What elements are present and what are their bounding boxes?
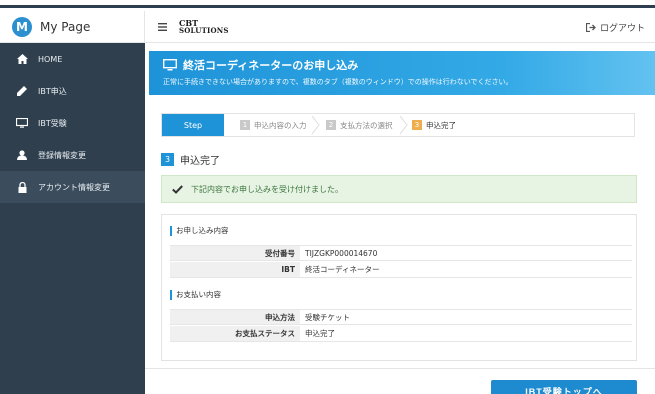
step-number: 1 [240, 120, 250, 130]
table-row: 受付番号 TIJZGKP000014670 [170, 245, 632, 261]
sidebar-item-label: HOME [38, 54, 63, 64]
details-card: お申し込み内容 受付番号 TIJZGKP000014670 IBT 終活コーディ… [161, 214, 637, 361]
sign-out-icon [585, 22, 596, 32]
monitor-icon [163, 59, 177, 71]
group-title-label: お支払い内容 [176, 290, 221, 299]
row-value: 終活コーディネーター [300, 262, 632, 278]
group-title-label: お申し込み内容 [176, 226, 229, 235]
monitor-icon [16, 117, 28, 129]
step-title: 申込完了 [426, 120, 456, 130]
step-indicator: Step 1 申込内容の入力 2 支払方法の選択 3 申込完了 [161, 113, 635, 137]
step-3: 3 申込完了 [412, 114, 456, 136]
mypage-logo-icon: M [12, 16, 32, 37]
row-key: お支払ステータス [170, 326, 300, 342]
logout-link[interactable]: ログアウト [585, 11, 645, 43]
row-key: 申込方法 [170, 310, 300, 325]
app-window: M My Page HOME IBT申込 IBT受験 登録情報変更 アカウント情… [0, 11, 655, 394]
menu-toggle-icon[interactable] [151, 16, 173, 38]
sidebar-item-label: IBT受験 [38, 118, 67, 128]
page-title: 終活コーディネーターのお申し込み [183, 59, 359, 72]
row-key: IBT [170, 262, 300, 278]
chevron-right-icon [312, 116, 320, 134]
pencil-icon [16, 85, 28, 97]
step-number: 2 [326, 120, 336, 130]
main-content: 終活コーディネーターのお申し込み 正常に手続きできない場合がありますので、複数の… [145, 43, 655, 394]
sidebar-nav: HOME IBT申込 IBT受験 登録情報変更 アカウント情報変更 [0, 43, 145, 203]
step-number: 3 [412, 120, 422, 130]
step-title: 申込内容の入力 [254, 120, 307, 130]
sidebar-item-profile[interactable]: 登録情報変更 [0, 139, 145, 171]
row-key: 受付番号 [170, 246, 300, 261]
page-warning-text: 正常に手続きできない場合がありますので、複数のタブ（複数のウィンドウ）での操作は… [163, 78, 513, 86]
sidebar-item-home[interactable]: HOME [0, 43, 145, 75]
table-row: IBT 終活コーディネーター [170, 262, 632, 278]
sidebar-item-account[interactable]: アカウント情報変更 [0, 171, 145, 203]
table-row: 申込方法 受験チケット [170, 309, 632, 325]
brand-title: My Page [40, 19, 91, 34]
sidebar: M My Page HOME IBT申込 IBT受験 登録情報変更 アカウント情… [0, 11, 145, 394]
check-icon [172, 184, 183, 194]
top-accent-bar [0, 0, 655, 8]
application-group-title: お申し込み内容 [170, 225, 229, 236]
step-1: 1 申込内容の入力 [240, 114, 307, 136]
section-number: 3 [161, 153, 174, 166]
step-label: Step [162, 114, 224, 136]
ibt-top-button[interactable]: IBT受験トップへ [491, 380, 637, 394]
section-title: 申込完了 [180, 156, 220, 167]
cbt-solutions-logo[interactable]: CBT SOLUTIONS [179, 19, 229, 35]
divider [145, 368, 655, 369]
home-icon [16, 53, 28, 65]
lock-icon [16, 181, 28, 193]
section-heading: 3 申込完了 [161, 152, 220, 167]
group-marker [170, 225, 172, 236]
table-row: お支払ステータス 申込完了 [170, 326, 632, 342]
step-title: 支払方法の選択 [340, 120, 393, 130]
payment-group-title: お支払い内容 [170, 289, 221, 300]
sidebar-item-ibt-exam[interactable]: IBT受験 [0, 107, 145, 139]
user-icon [16, 149, 28, 161]
brand[interactable]: M My Page [0, 11, 145, 43]
sidebar-item-label: IBT申込 [38, 86, 67, 96]
row-value: TIJZGKP000014670 [300, 246, 632, 261]
logo-line2: SOLUTIONS [179, 25, 229, 35]
success-alert: 下記内容でお申し込みを受け付けました。 [161, 175, 637, 203]
chevron-right-icon [400, 116, 408, 134]
page-banner: 終活コーディネーターのお申し込み 正常に手続きできない場合がありますので、複数の… [149, 51, 655, 95]
sidebar-item-ibt-apply[interactable]: IBT申込 [0, 75, 145, 107]
group-marker [170, 289, 172, 300]
row-value: 申込完了 [300, 326, 632, 342]
row-value: 受験チケット [300, 310, 632, 325]
top-header: CBT SOLUTIONS ログアウト [145, 11, 655, 43]
sidebar-item-label: アカウント情報変更 [38, 182, 110, 192]
alert-message: 下記内容でお申し込みを受け付けました。 [191, 184, 343, 194]
sidebar-item-label: 登録情報変更 [38, 150, 86, 160]
step-2: 2 支払方法の選択 [326, 114, 393, 136]
logout-label: ログアウト [599, 23, 645, 34]
